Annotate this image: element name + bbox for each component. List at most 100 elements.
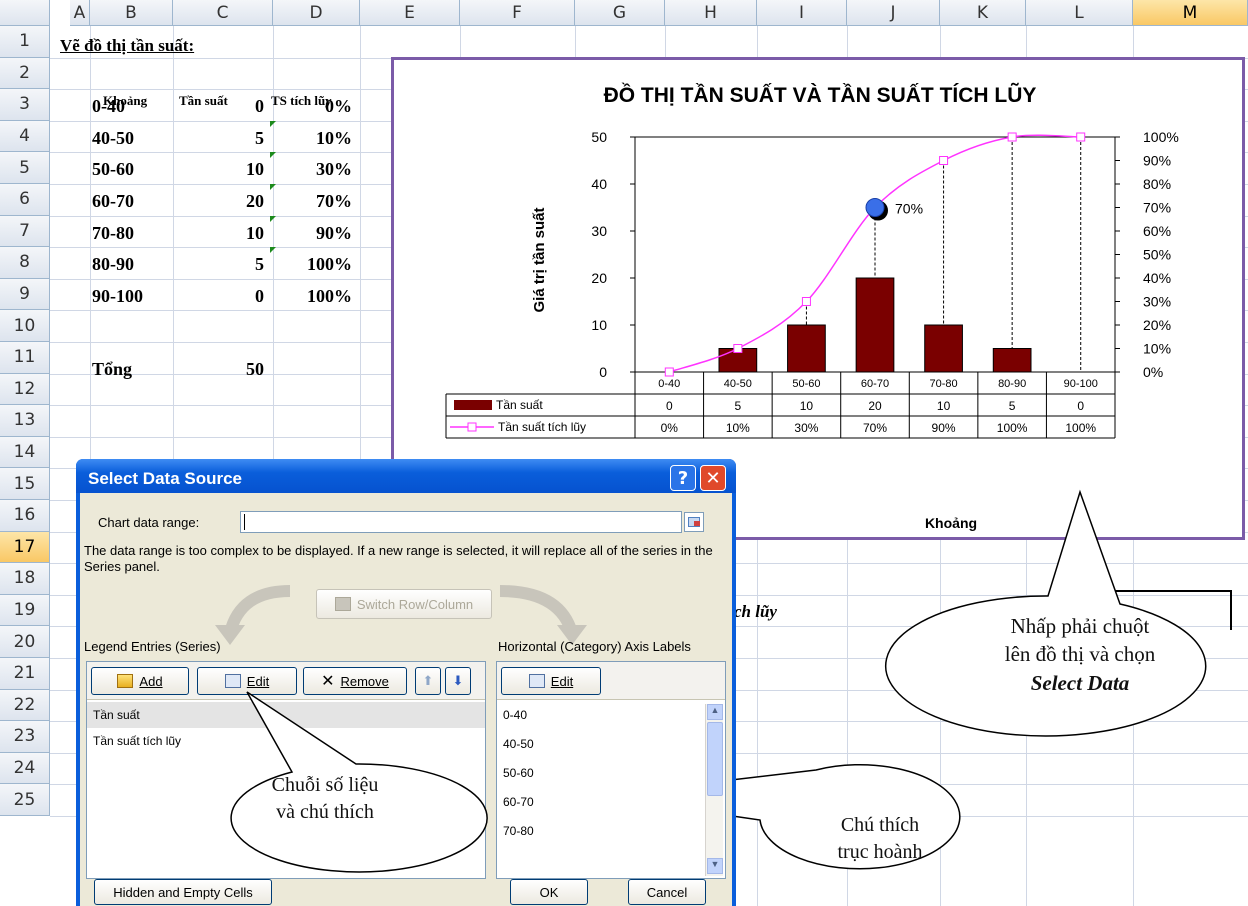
callout-axis-text: Chú thích trục hoành xyxy=(837,814,923,863)
row-header-5[interactable]: 5 xyxy=(0,152,50,184)
y2-tick-label: 0% xyxy=(1143,364,1163,380)
series-list[interactable]: Add Edit ✕ Remove ⬆ ⬇ Tần suất Tần suất … xyxy=(86,661,486,879)
hidden-empty-cells-button[interactable]: Hidden and Empty Cells xyxy=(94,879,272,905)
legend-tan-suat: Tần suất xyxy=(496,398,543,412)
y2-tick-label: 60% xyxy=(1143,223,1171,239)
y-tick-label: 20 xyxy=(591,270,607,286)
axis-scrollbar[interactable]: ▲ ▼ xyxy=(705,704,723,876)
axis-item[interactable]: 60-70 xyxy=(503,795,534,809)
add-series-button[interactable]: Add xyxy=(91,667,189,695)
cell-khoang: 0-40 xyxy=(92,96,125,117)
scroll-up-icon[interactable]: ▲ xyxy=(707,704,723,720)
line-marker xyxy=(664,367,674,377)
axis-item[interactable]: 50-60 xyxy=(503,766,534,780)
row-header-14[interactable]: 14 xyxy=(0,436,50,469)
axis-labels-list[interactable]: Edit 0-40 40-50 50-60 60-70 70-80 ▲ ▼ xyxy=(496,661,726,879)
row-header-21[interactable]: 21 xyxy=(0,658,50,690)
edit-axis-labels-button[interactable]: Edit xyxy=(501,667,601,695)
select-data-source-dialog[interactable]: Select Data Source ? ✕ Chart data range:… xyxy=(76,459,736,906)
cancel-button[interactable]: Cancel xyxy=(628,879,706,905)
column-header-d[interactable]: D xyxy=(273,0,360,26)
row-header-12[interactable]: 12 xyxy=(0,373,50,406)
select-all-corner[interactable] xyxy=(0,0,50,26)
series-item-tan-suat[interactable]: Tần suất xyxy=(93,708,140,722)
edit-series-button[interactable]: Edit xyxy=(197,667,297,695)
row-header-4[interactable]: 4 xyxy=(0,120,50,153)
column-header-h[interactable]: H xyxy=(665,0,757,26)
column-header-f[interactable]: F xyxy=(460,0,575,26)
row-header-15[interactable]: 15 xyxy=(0,468,50,500)
bar xyxy=(787,324,826,373)
row-header-9[interactable]: 9 xyxy=(0,278,50,311)
chart-data-range-input[interactable] xyxy=(240,511,682,533)
axis-item[interactable]: 0-40 xyxy=(503,708,527,722)
row-header-23[interactable]: 23 xyxy=(0,721,50,753)
legend-tich-luy: Tần suất tích lũy xyxy=(498,420,586,434)
column-header-k[interactable]: K xyxy=(940,0,1026,26)
switch-row-column-button[interactable]: Switch Row/Column xyxy=(316,589,492,619)
row-header-8[interactable]: 8 xyxy=(0,247,50,279)
row-header-11[interactable]: 11 xyxy=(0,342,50,374)
column-header-m[interactable]: M xyxy=(1133,0,1248,26)
row-header-22[interactable]: 22 xyxy=(0,689,50,722)
x-tick-label: 0-40 xyxy=(658,378,680,390)
arrow-up-icon: ⬆ xyxy=(422,673,434,688)
chart-title: ĐỒ THỊ TẦN SUẤT VÀ TẦN SUẤT TÍCH LŨY xyxy=(604,83,1037,107)
row-header-24[interactable]: 24 xyxy=(0,752,50,785)
callout-series-text: Chuỗi số liệu và chú thích xyxy=(271,774,379,823)
column-header-b[interactable]: B xyxy=(90,0,173,26)
column-header-a[interactable]: A xyxy=(70,0,90,26)
cell-tan-suat: 5 xyxy=(255,127,264,148)
column-header-i[interactable]: I xyxy=(757,0,847,26)
axis-item[interactable]: 40-50 xyxy=(503,737,534,751)
y2-tick-label: 20% xyxy=(1143,317,1171,333)
dialog-body: Chart data range: The data range is too … xyxy=(80,493,732,906)
row-header-20[interactable]: 20 xyxy=(0,626,50,658)
legend-entries-label: Legend Entries (Series) xyxy=(84,639,221,654)
y2-tick-label: 10% xyxy=(1143,341,1171,357)
bar xyxy=(855,277,895,373)
row-header-25[interactable]: 25 xyxy=(0,784,50,816)
spreadsheet[interactable]: ABCDEFGHIJKLM 1 2 3 4 5 6 7 8 9 10 11 12 13 14 15 16 17 1… xyxy=(0,0,1248,906)
row-header-16[interactable]: 16 xyxy=(0,500,50,532)
column-header-j[interactable]: J xyxy=(847,0,940,26)
row-header-3[interactable]: 3 xyxy=(0,89,50,121)
x-tick-label: 70-80 xyxy=(930,378,958,390)
column-header-g[interactable]: G xyxy=(575,0,665,26)
y-tick-label: 10 xyxy=(591,317,607,333)
row-header-19[interactable]: 19 xyxy=(0,594,50,627)
move-down-button[interactable]: ⬇ xyxy=(445,667,471,695)
row-header-1[interactable]: 1 xyxy=(0,26,50,58)
collapse-range-icon[interactable] xyxy=(684,512,704,532)
remove-series-button[interactable]: ✕ Remove xyxy=(303,667,407,695)
data-label-tan-suat: 10 xyxy=(800,399,814,413)
row-header-13[interactable]: 13 xyxy=(0,405,50,437)
axis-item[interactable]: 70-80 xyxy=(503,824,534,838)
move-up-button[interactable]: ⬆ xyxy=(415,667,441,695)
row-header-17[interactable]: 17 xyxy=(0,531,50,564)
highlight-point xyxy=(865,198,885,217)
y2-tick-label: 30% xyxy=(1143,294,1171,310)
column-header-c[interactable]: C xyxy=(173,0,273,26)
column-header-e[interactable]: E xyxy=(360,0,460,26)
row-header-6[interactable]: 6 xyxy=(0,184,50,216)
cell-tich-luy: 10% xyxy=(316,127,352,148)
row-header-10[interactable]: 10 xyxy=(0,310,50,342)
row-header-7[interactable]: 7 xyxy=(0,215,50,248)
column-header-l[interactable]: L xyxy=(1026,0,1133,26)
add-icon xyxy=(117,674,134,688)
series-item-tan-suat-tich-luy[interactable]: Tần suất tích lũy xyxy=(93,734,181,748)
y-tick-label: 0 xyxy=(599,364,607,380)
row-header-2[interactable]: 2 xyxy=(0,57,50,90)
row-header-18[interactable]: 18 xyxy=(0,563,50,595)
total-value: 50 xyxy=(246,359,264,379)
data-label-tich-luy: 100% xyxy=(1065,421,1096,435)
help-button[interactable]: ? xyxy=(670,465,696,491)
data-label-tan-suat: 10 xyxy=(937,399,951,413)
ok-button[interactable]: OK xyxy=(510,879,588,905)
scroll-down-icon[interactable]: ▼ xyxy=(707,858,723,874)
close-button[interactable]: ✕ xyxy=(700,465,726,491)
scroll-thumb[interactable] xyxy=(707,722,723,796)
cell-indicator xyxy=(270,184,276,190)
cell-indicator xyxy=(270,215,276,222)
